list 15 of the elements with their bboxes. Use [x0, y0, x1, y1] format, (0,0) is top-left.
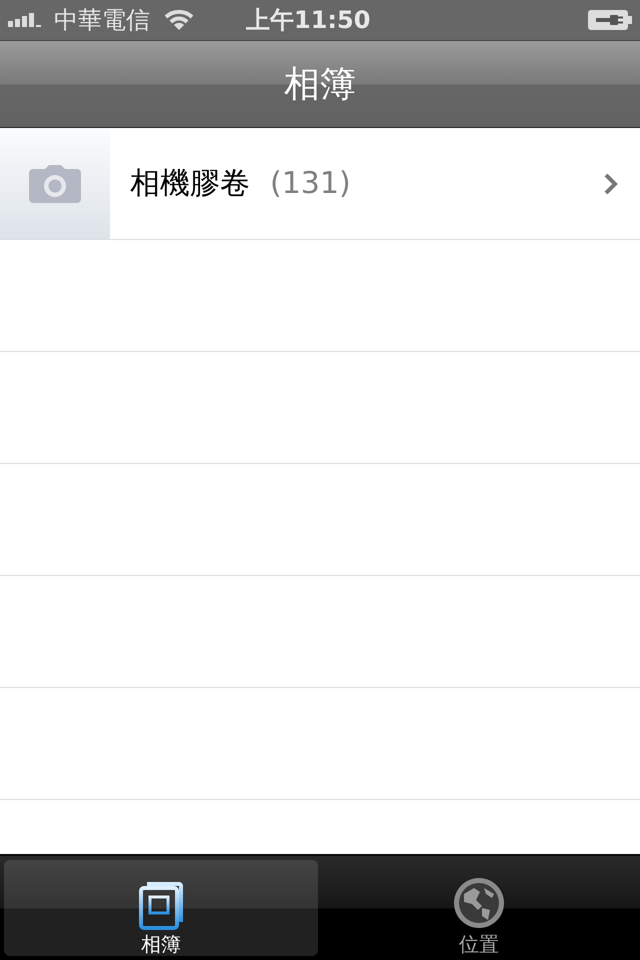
clock-time: 上午11:50 — [246, 5, 372, 36]
chevron-icon — [604, 172, 618, 194]
camera-icon — [29, 164, 81, 202]
album-row[interactable]: 相機膠卷 (131) — [0, 128, 640, 240]
signal-icon — [8, 13, 44, 27]
globe-icon — [452, 876, 506, 930]
tab[interactable]: 相簿 — [4, 860, 318, 956]
carrier-name: 中華電信 — [54, 5, 150, 36]
wifi-icon — [164, 9, 194, 31]
photo-album-icon — [137, 880, 185, 930]
photo-count: (131) — [270, 166, 351, 201]
tab[interactable]: 位置 — [322, 860, 636, 956]
album-name: 相機膠卷 — [130, 165, 250, 203]
navigation-title: 相簿 — [284, 62, 356, 106]
battery-charging-icon — [588, 10, 632, 30]
